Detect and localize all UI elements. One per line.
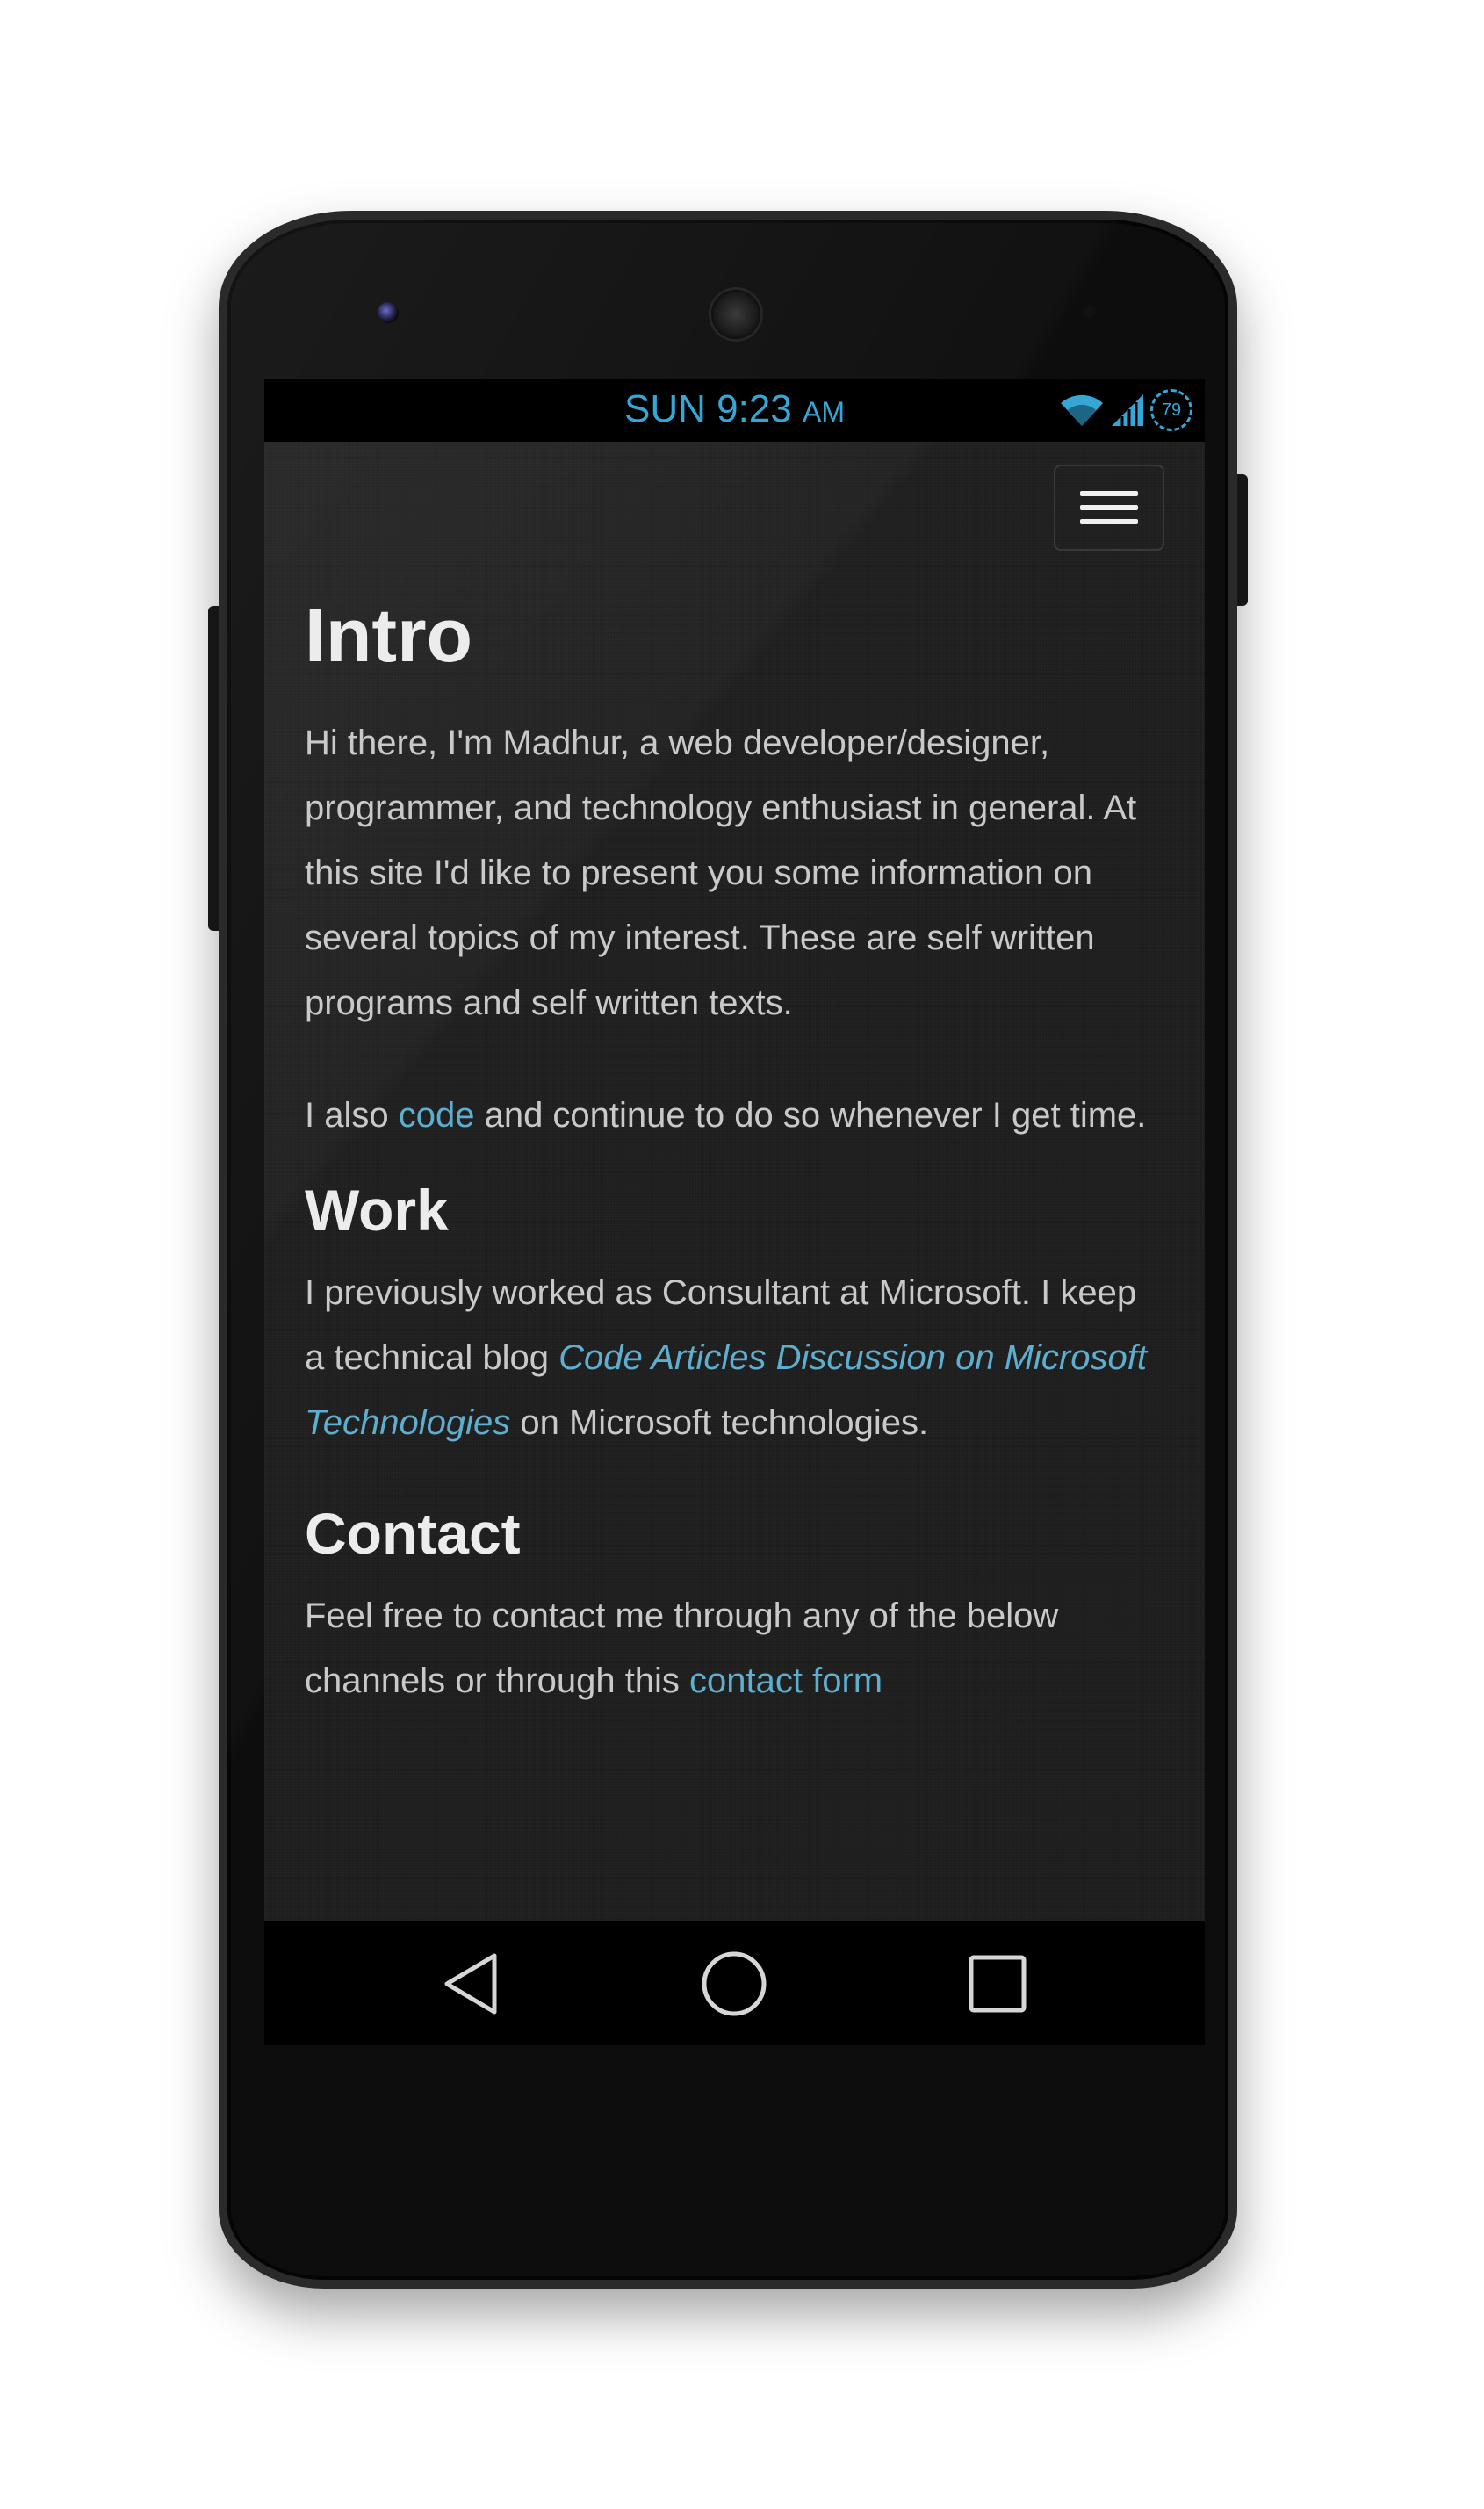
code-paragraph: I also code and continue to do so whenev… bbox=[305, 1096, 1147, 1135]
power-button bbox=[1235, 474, 1248, 606]
wifi-icon bbox=[1061, 394, 1103, 426]
contact-paragraph: Feel free to contact me through any of t… bbox=[305, 1597, 1059, 1700]
navigation-bar bbox=[264, 1921, 1205, 2045]
hamburger-menu-icon bbox=[1080, 491, 1138, 496]
contact-heading: Contact bbox=[305, 1501, 521, 1566]
back-icon bbox=[444, 1953, 497, 2015]
earpiece-speaker bbox=[709, 287, 763, 342]
proximity-sensor bbox=[1052, 305, 1064, 317]
recents-icon bbox=[969, 1955, 1027, 2013]
status-icons: 79 bbox=[1059, 387, 1192, 433]
recents-button[interactable] bbox=[962, 1949, 1033, 2019]
home-button[interactable] bbox=[699, 1949, 769, 2019]
back-button[interactable] bbox=[436, 1949, 506, 2019]
menu-button[interactable] bbox=[1054, 465, 1164, 551]
front-camera bbox=[378, 302, 399, 323]
status-bar: SUN 9:23 AM 79 bbox=[264, 379, 1205, 442]
status-day: SUN bbox=[623, 387, 706, 430]
phone-screen: SUN 9:23 AM 79 Intro Hi there, I'm Madhu… bbox=[264, 379, 1205, 2045]
work-paragraph: I previously worked as Consultant at Mic… bbox=[305, 1273, 1147, 1442]
code-link[interactable]: code bbox=[399, 1096, 475, 1135]
work-heading: Work bbox=[305, 1178, 449, 1243]
web-content: Intro Hi there, I'm Madhur, a web develo… bbox=[264, 442, 1205, 1921]
intro-paragraph: Hi there, I'm Madhur, a web developer/de… bbox=[305, 724, 1137, 1022]
contact-form-link[interactable]: contact form bbox=[689, 1662, 882, 1700]
battery-icon: 79 bbox=[1150, 389, 1192, 431]
intro-heading: Intro bbox=[305, 594, 473, 678]
light-sensor bbox=[1084, 305, 1096, 317]
home-icon bbox=[702, 1951, 767, 2016]
article: Intro Hi there, I'm Madhur, a web develo… bbox=[305, 565, 1165, 1713]
status-time: 9:23 bbox=[717, 387, 792, 430]
status-ampm: AM bbox=[803, 396, 845, 428]
signal-icon bbox=[1112, 394, 1143, 426]
